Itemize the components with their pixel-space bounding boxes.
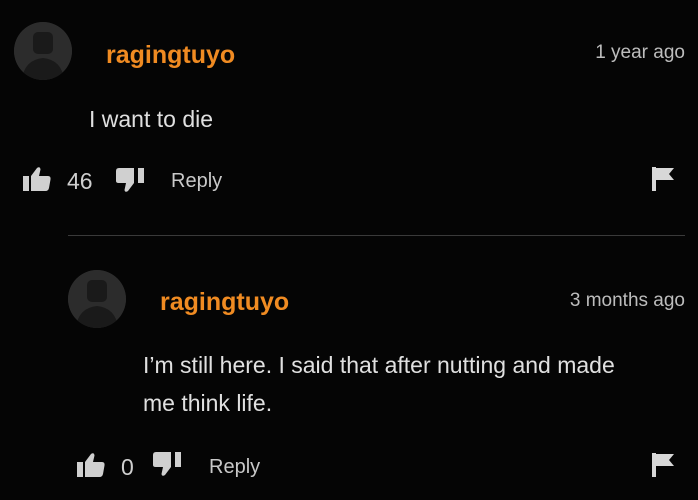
comment-text: I want to die bbox=[89, 106, 214, 132]
flag-icon[interactable] bbox=[652, 453, 676, 482]
comment-text: I’m still here. I said that after nuttin… bbox=[143, 346, 683, 422]
comment-text-line: I’m still here. I said that after nuttin… bbox=[143, 352, 615, 378]
comment-text-line: me think life. bbox=[143, 390, 273, 416]
avatar[interactable] bbox=[14, 22, 72, 80]
reply-button[interactable]: Reply bbox=[209, 456, 260, 479]
comment-username[interactable]: ragingtuyo bbox=[106, 41, 235, 70]
thumbs-up-icon[interactable] bbox=[23, 166, 51, 197]
avatar[interactable] bbox=[68, 270, 126, 328]
comment-timestamp: 1 year ago bbox=[595, 42, 685, 63]
comment-timestamp: 3 months ago bbox=[569, 290, 685, 311]
thumbs-down-icon[interactable] bbox=[115, 168, 146, 199]
like-count: 46 bbox=[67, 168, 93, 194]
reply-button[interactable]: Reply bbox=[171, 170, 222, 193]
flag-icon[interactable] bbox=[652, 167, 676, 196]
comment-divider bbox=[68, 235, 685, 236]
comment-username[interactable]: ragingtuyo bbox=[160, 288, 289, 317]
like-count: 0 bbox=[121, 454, 134, 480]
thumbs-down-icon[interactable] bbox=[152, 452, 183, 483]
thumbs-up-icon[interactable] bbox=[77, 452, 105, 483]
